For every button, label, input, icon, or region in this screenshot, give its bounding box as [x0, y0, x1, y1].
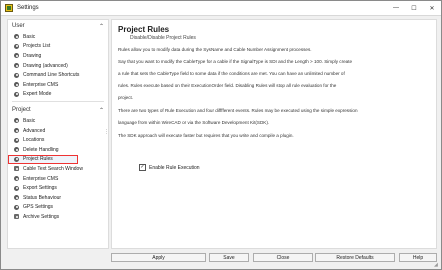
settings-content-panel: Project Rules Disable/Disable Project Ru…: [111, 19, 437, 249]
sidebar-item-project-rules[interactable]: Project Rules: [8, 154, 78, 165]
sidebar-item-user-basic[interactable]: Basic: [8, 32, 108, 42]
sidebar-item-archive-settings[interactable]: Archive Settings: [8, 212, 108, 222]
sidebar-item-cable-text-search-window[interactable]: Cable Text Search Window: [8, 164, 108, 174]
sidebar-item-label: Advanced: [23, 127, 46, 134]
sidebar-item-user-enterprise-cms[interactable]: Enterprise CMS: [8, 80, 108, 90]
sidebar-item-label: Basic: [23, 33, 36, 40]
description-line: a rule that sets the CableType field to …: [118, 71, 345, 76]
description-line: Rules allow you to modify data during th…: [118, 47, 312, 52]
page-subtitle: Disable/Disable Project Rules: [130, 35, 196, 41]
sidebar-item-label: Expert Mode: [23, 91, 52, 98]
sidebar-item-label: GPS Settings: [23, 204, 54, 211]
close-window-button[interactable]: ✕: [423, 1, 441, 15]
apply-button[interactable]: Apply: [111, 253, 206, 262]
window-title: Settings: [17, 5, 39, 11]
minimize-button[interactable]: —: [387, 1, 405, 15]
description-line: The SDK approach will execute faster but…: [118, 133, 294, 138]
sidebar-item-label: Enterprise CMS: [23, 81, 59, 88]
sidebar-item-label: Drawing: [23, 52, 42, 59]
settings-icon: [14, 128, 19, 134]
sidebar-item-label: Export Settings: [23, 185, 57, 192]
settings-icon: [14, 82, 19, 88]
settings-icon: [14, 204, 19, 210]
maximize-button[interactable]: ☐: [405, 1, 423, 15]
sidebar-item-locations[interactable]: Locations: [8, 135, 108, 145]
settings-icon: [14, 147, 19, 153]
splitter-grip-icon[interactable]: ⋮: [104, 130, 109, 135]
sidebar-item-label: Command Line Shortcuts: [23, 72, 80, 79]
description-line: rules. Rules execute based on their Exec…: [118, 83, 337, 88]
sidebar-item-drawing-advanced[interactable]: Drawing (advanced): [8, 61, 108, 71]
settings-icon: [14, 43, 19, 49]
user-section-title: User: [12, 23, 25, 29]
settings-window: Settings — ☐ ✕ User ⌃ Basic Projects Lis…: [0, 0, 442, 270]
enable-rule-execution-row[interactable]: ✓ Enable Rule Execution: [139, 164, 200, 171]
help-button[interactable]: Help: [399, 253, 437, 262]
window-controls: — ☐ ✕: [387, 1, 441, 15]
settings-icon: [14, 91, 19, 97]
settings-icon: [14, 156, 19, 162]
section-divider: [12, 101, 104, 103]
settings-icon: [14, 185, 19, 191]
sidebar-item-status-behaviour[interactable]: Status Behaviour: [8, 193, 108, 203]
description-line: There are two types of Rule Execution an…: [118, 108, 358, 113]
app-logo-icon: [5, 4, 13, 12]
restore-defaults-button[interactable]: Restore Defaults: [315, 253, 395, 262]
settings-icon: [14, 137, 19, 143]
sidebar-item-drawing[interactable]: Drawing: [8, 51, 108, 61]
close-button[interactable]: Close: [253, 253, 313, 262]
settings-sidebar: User ⌃ Basic Projects List Drawing Drawi…: [7, 19, 109, 249]
sidebar-item-export-settings[interactable]: Export Settings: [8, 183, 108, 193]
sidebar-item-advanced[interactable]: Advanced: [8, 126, 108, 136]
sidebar-item-label: Delete Handling: [23, 146, 59, 153]
sidebar-item-label: Projects List: [23, 43, 51, 50]
sidebar-item-label: Basic: [23, 117, 36, 124]
sidebar-item-label: Enterprise CMS: [23, 175, 59, 182]
sidebar-item-label: Cable Text Search Window: [23, 165, 83, 172]
collapse-chevron-icon[interactable]: ⌃: [99, 107, 104, 114]
settings-icon: [14, 176, 19, 182]
settings-icon: [14, 34, 19, 40]
sidebar-item-gps-settings[interactable]: GPS Settings: [8, 203, 108, 213]
description-line: language from within WireCAD or via the …: [118, 120, 270, 125]
user-section-header[interactable]: User ⌃: [8, 20, 108, 32]
sidebar-item-delete-handling[interactable]: Delete Handling: [8, 145, 108, 155]
sidebar-item-projects-list[interactable]: Projects List: [8, 42, 108, 52]
settings-icon: [14, 63, 19, 69]
description-line: Say that you want to modify the CableTyp…: [118, 59, 353, 64]
sidebar-item-expert-mode[interactable]: Expert Mode: [8, 90, 108, 100]
save-button[interactable]: Save: [209, 253, 249, 262]
sidebar-item-label: Drawing (advanced): [23, 62, 68, 69]
archive-icon: [14, 214, 19, 220]
settings-icon: [14, 72, 19, 78]
sidebar-item-project-basic[interactable]: Basic: [8, 116, 108, 126]
sidebar-item-label: Status Behaviour: [23, 194, 62, 201]
title-bar: Settings — ☐ ✕: [1, 1, 441, 16]
description-line: project.: [118, 95, 134, 100]
window-icon: [14, 166, 19, 172]
resize-grip-icon[interactable]: ◢: [434, 262, 440, 268]
dialog-button-bar: Apply Save Close Restore Defaults Help: [1, 251, 441, 269]
sidebar-item-label: Project Rules: [23, 156, 53, 163]
settings-icon: [14, 53, 19, 59]
sidebar-item-command-line-shortcuts[interactable]: Command Line Shortcuts: [8, 70, 108, 80]
sidebar-item-label: Archive Settings: [23, 213, 60, 220]
enable-rule-execution-label: Enable Rule Execution: [149, 164, 200, 171]
sidebar-item-project-enterprise-cms[interactable]: Enterprise CMS: [8, 174, 108, 184]
collapse-chevron-icon[interactable]: ⌃: [99, 23, 104, 30]
settings-icon: [14, 195, 19, 201]
project-section-title: Project: [12, 107, 31, 114]
settings-icon: [14, 118, 19, 124]
page-title: Project Rules: [118, 25, 170, 34]
project-section-header[interactable]: Project ⌃: [8, 104, 108, 116]
enable-rule-execution-checkbox[interactable]: ✓: [139, 164, 146, 171]
sidebar-item-label: Locations: [23, 137, 45, 144]
